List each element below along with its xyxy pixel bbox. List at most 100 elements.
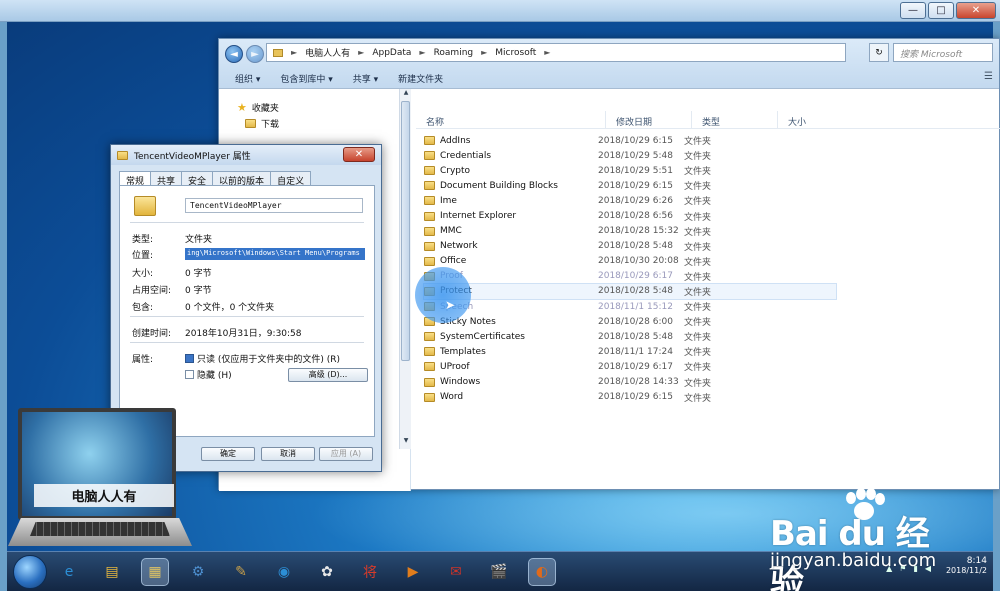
nav-scrollbar[interactable]: ▲ ▼ bbox=[399, 89, 411, 449]
ok-button[interactable]: 确定 bbox=[201, 447, 255, 461]
file-row[interactable]: Internet Explorer 2018/10/28 6:56 文件夹 bbox=[424, 208, 844, 223]
breadcrumb-item[interactable]: Microsoft bbox=[495, 48, 536, 58]
col-type[interactable]: 类型 bbox=[692, 111, 778, 128]
breadcrumb-item[interactable]: 电脑人人有 bbox=[305, 46, 350, 59]
address-bar[interactable]: ► 电脑人人有 ► AppData ► Roaming ► Microsoft … bbox=[266, 43, 846, 62]
ie-icon[interactable]: e bbox=[55, 558, 83, 586]
file-date: 2018/10/29 6:17 bbox=[598, 361, 673, 372]
col-date[interactable]: 修改日期 bbox=[606, 111, 692, 128]
back-button[interactable]: ◄ bbox=[225, 45, 243, 63]
file-name: Proof bbox=[440, 271, 463, 282]
file-row[interactable]: Document Building Blocks 2018/10/29 6:15 文… bbox=[424, 178, 844, 193]
file-row[interactable]: Sticky Notes 2018/10/28 6:00 文件夹 bbox=[424, 314, 844, 329]
file-type: 文件夹 bbox=[684, 318, 712, 329]
file-row[interactable]: Office 2018/10/30 20:08 文件夹 bbox=[424, 254, 844, 269]
file-name: Crypto bbox=[440, 165, 471, 176]
maximize-button[interactable]: □ bbox=[928, 2, 954, 19]
scroll-up-icon[interactable]: ▲ bbox=[401, 89, 411, 99]
dialog-close-button[interactable]: ✕ bbox=[343, 147, 375, 162]
file-type: 文件夹 bbox=[684, 287, 712, 298]
col-name[interactable]: 名称 bbox=[416, 111, 606, 128]
search-input[interactable]: 搜索 Microsoft bbox=[893, 43, 993, 62]
browser-icon[interactable]: ◉ bbox=[270, 558, 298, 586]
game-icon[interactable]: 将 bbox=[356, 558, 384, 586]
file-name-cell: Word bbox=[424, 392, 598, 402]
minimize-button[interactable]: — bbox=[900, 2, 926, 19]
file-row[interactable]: Speech 2018/11/1 15:12 文件夹 bbox=[424, 299, 844, 314]
folder-icon bbox=[424, 302, 435, 312]
forward-button[interactable]: ► bbox=[246, 45, 264, 63]
created-label: 创建时间: bbox=[132, 329, 172, 339]
file-name-cell: Credentials bbox=[424, 151, 598, 161]
star-icon: ★ bbox=[237, 101, 247, 114]
new-folder-button[interactable]: 新建文件夹 bbox=[398, 72, 443, 85]
file-row[interactable]: UProof 2018/10/29 6:17 文件夹 bbox=[424, 359, 844, 374]
file-name-cell: Protect bbox=[424, 286, 598, 296]
file-row[interactable]: AddIns 2018/10/29 6:15 文件夹 bbox=[424, 133, 844, 148]
file-date: 2018/10/29 5:51 bbox=[598, 165, 673, 176]
paint-icon[interactable]: ✎ bbox=[227, 558, 255, 586]
file-row[interactable]: SystemCertificates 2018/10/28 5:48 文件夹 bbox=[424, 329, 844, 344]
location-label: 位置: bbox=[132, 251, 154, 261]
video-icon[interactable]: 🎬 bbox=[485, 558, 513, 586]
scroll-down-icon[interactable]: ▼ bbox=[401, 437, 411, 447]
file-row[interactable]: Proof 2018/10/29 6:17 文件夹 bbox=[424, 269, 844, 284]
file-name-cell: Document Building Blocks bbox=[424, 181, 598, 191]
scroll-thumb[interactable] bbox=[401, 101, 410, 361]
outer-titlebar: — □ ✕ bbox=[0, 0, 1000, 22]
file-row[interactable]: Word 2018/10/29 6:15 文件夹 bbox=[424, 390, 844, 405]
share-menu[interactable]: 共享 ▾ bbox=[353, 72, 378, 85]
folder-icon bbox=[424, 377, 435, 387]
file-date: 2018/10/28 5:48 bbox=[598, 331, 673, 342]
mail-icon[interactable]: ✉ bbox=[442, 558, 470, 586]
breadcrumb-item[interactable]: Roaming bbox=[434, 48, 474, 58]
explorer-header: ◄ ► ► 电脑人人有 ► AppData ► Roaming ► Micros… bbox=[219, 39, 999, 89]
file-row[interactable]: Credentials 2018/10/29 5:48 文件夹 bbox=[424, 148, 844, 163]
file-name-cell: Network bbox=[424, 241, 598, 251]
file-date: 2018/10/28 14:33 bbox=[598, 377, 679, 388]
file-name: Protect bbox=[440, 286, 472, 297]
file-name: Sticky Notes bbox=[440, 316, 496, 327]
view-options-icon[interactable]: ☰ bbox=[984, 71, 993, 82]
settings-icon[interactable]: ⚙ bbox=[184, 558, 212, 586]
nav-downloads[interactable]: 下载 bbox=[245, 117, 279, 130]
refresh-button[interactable]: ↻ bbox=[869, 43, 889, 62]
pinwheel-icon[interactable]: ✿ bbox=[313, 558, 341, 586]
laptop-keyboard bbox=[30, 522, 170, 536]
file-name-cell: MMC bbox=[424, 226, 598, 236]
file-date: 2018/10/28 6:00 bbox=[598, 316, 673, 327]
advanced-button[interactable]: 高级 (D)... bbox=[288, 368, 368, 382]
file-row[interactable]: Ime 2018/10/29 6:26 文件夹 bbox=[424, 193, 844, 208]
player-icon[interactable]: ◐ bbox=[528, 558, 556, 586]
file-row[interactable]: Protect 2018/10/28 5:48 文件夹 bbox=[423, 282, 837, 301]
chevron-right-icon: ► bbox=[481, 48, 488, 57]
cancel-button[interactable]: 取消 bbox=[261, 447, 315, 461]
folder-icon bbox=[424, 392, 435, 402]
breadcrumb-item[interactable]: AppData bbox=[372, 48, 411, 58]
start-button[interactable] bbox=[13, 555, 47, 589]
clock[interactable]: 8:14 2018/11/2 bbox=[946, 556, 987, 575]
col-size[interactable]: 大小 bbox=[778, 111, 838, 128]
file-row[interactable]: Templates 2018/11/1 17:24 文件夹 bbox=[424, 344, 844, 359]
logo-text: 电脑人人有 bbox=[34, 484, 174, 507]
organize-menu[interactable]: 组织 ▾ bbox=[235, 72, 260, 85]
hidden-checkbox[interactable]: 隐藏 (H) bbox=[185, 368, 232, 381]
location-value[interactable]: ing\Microsoft\Windows\Start Menu\Program… bbox=[185, 248, 365, 260]
folder-icon[interactable]: ▤ bbox=[98, 558, 126, 586]
file-row[interactable]: Network 2018/10/28 5:48 文件夹 bbox=[424, 239, 844, 254]
explorer-icon[interactable]: ▦ bbox=[141, 558, 169, 586]
file-row[interactable]: MMC 2018/10/28 15:32 文件夹 bbox=[424, 224, 844, 239]
file-type: 文件夹 bbox=[684, 378, 712, 389]
media-player-icon[interactable]: ▶ bbox=[399, 558, 427, 586]
readonly-checkbox[interactable]: 只读 (仅应用于文件夹中的文件) (R) bbox=[185, 352, 340, 365]
file-row[interactable]: Crypto 2018/10/29 5:51 文件夹 bbox=[424, 163, 844, 178]
file-date: 2018/11/1 17:24 bbox=[598, 346, 673, 357]
file-type: 文件夹 bbox=[684, 333, 712, 344]
folder-name-input[interactable]: TencentVideoMPlayer bbox=[185, 198, 363, 213]
file-row[interactable]: Windows 2018/10/28 14:33 文件夹 bbox=[424, 375, 844, 390]
apply-button[interactable]: 应用 (A) bbox=[319, 447, 373, 461]
close-button[interactable]: ✕ bbox=[956, 2, 996, 19]
nav-favorites[interactable]: ★ 收藏夹 bbox=[237, 101, 279, 114]
folder-icon bbox=[245, 119, 256, 128]
include-library-menu[interactable]: 包含到库中 ▾ bbox=[280, 72, 332, 85]
